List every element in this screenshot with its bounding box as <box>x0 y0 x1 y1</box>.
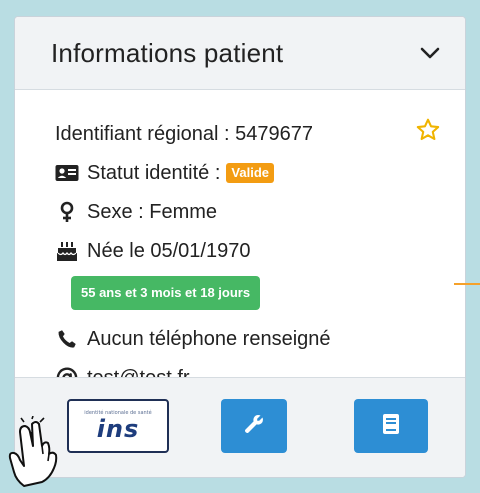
age-badge: 55 ans et 3 mois et 18 jours <box>71 276 261 310</box>
birth-date-text: Née le 05/01/1970 <box>87 239 251 262</box>
birthday-cake-icon <box>55 240 79 262</box>
sex-text: Sexe : Femme <box>87 200 218 223</box>
ins-button[interactable]: identité nationale de santé ins <box>67 399 169 453</box>
female-icon <box>55 201 79 223</box>
card-title: Informations patient <box>51 37 284 68</box>
regional-id-line: Identifiant régional : 5479677 <box>55 119 465 149</box>
card-header[interactable]: Informations patient <box>15 17 465 90</box>
book-button[interactable] <box>354 399 428 453</box>
patient-info-card: Informations patient Identifiant régiona… <box>14 16 466 478</box>
screen-background: Informations patient Identifiant régiona… <box>0 0 480 488</box>
book-icon <box>381 413 401 440</box>
phone-text: Aucun téléphone renseigné <box>87 327 331 350</box>
ins-logo-text: ins <box>96 415 140 443</box>
age-row: 55 ans et 3 mois et 18 jours <box>55 275 465 324</box>
card-body: Identifiant régional : 5479677 Statut id… <box>15 90 465 389</box>
id-card-icon <box>55 162 79 184</box>
card-footer: identité nationale de santé ins <box>15 377 465 477</box>
hand-pointer-icon <box>2 415 72 488</box>
identity-status-line: Statut identité : Valide <box>55 158 465 188</box>
star-icon[interactable] <box>415 117 441 143</box>
wrench-icon <box>242 412 266 441</box>
birth-line: Née le 05/01/1970 <box>55 236 465 266</box>
regional-id-text: Identifiant régional : 5479677 <box>55 122 313 145</box>
phone-line: Aucun téléphone renseigné <box>55 324 465 354</box>
status-badge: Valide <box>226 163 274 183</box>
ins-logo: identité nationale de santé ins <box>84 411 151 443</box>
identity-status-label: Statut identité : <box>87 161 221 184</box>
orange-divider <box>454 283 480 285</box>
phone-icon <box>55 328 79 350</box>
settings-button[interactable] <box>221 399 287 453</box>
sex-line: Sexe : Femme <box>55 197 465 227</box>
chevron-down-icon[interactable] <box>419 42 441 64</box>
